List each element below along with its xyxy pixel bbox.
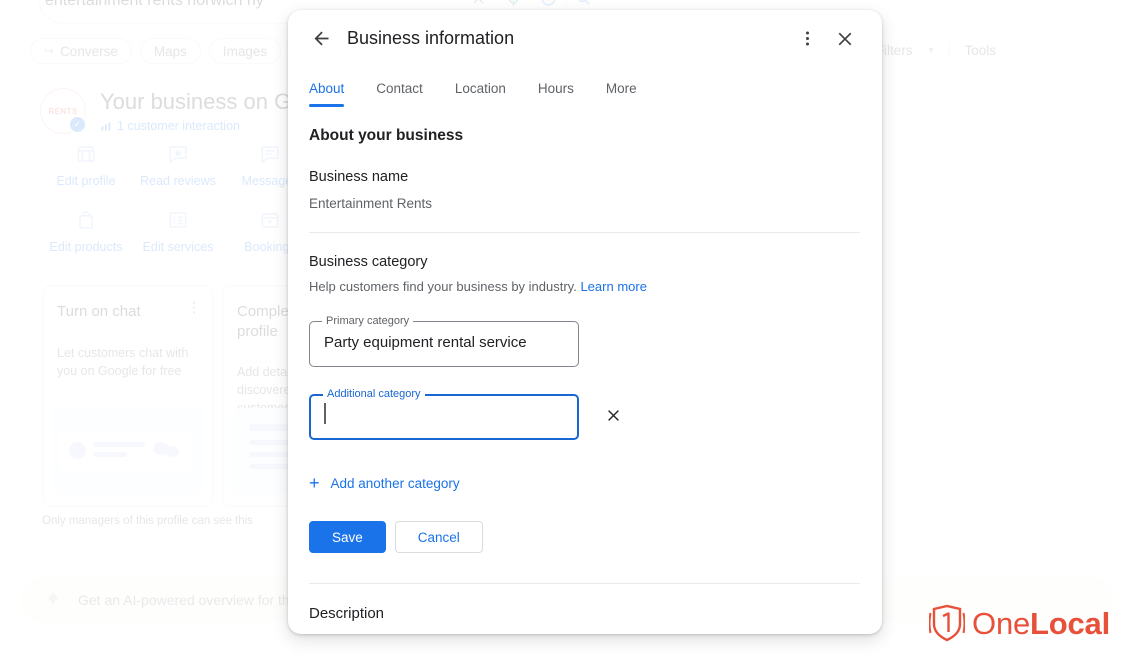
description-label: Description xyxy=(309,605,385,622)
additional-category-input[interactable] xyxy=(309,389,579,440)
action-edit-products[interactable]: Edit products xyxy=(40,208,132,254)
action-read-reviews[interactable]: Read reviews xyxy=(132,142,224,188)
card-title: Turn on chat xyxy=(57,303,141,320)
divider xyxy=(949,42,951,58)
dialog-tabs: About Contact Location Hours More xyxy=(288,67,882,107)
onelocal-wordmark: OneLocal xyxy=(972,608,1110,639)
more-vertical-icon xyxy=(805,31,809,46)
review-star-icon xyxy=(132,142,224,166)
managers-note: Only managers of this profile can see th… xyxy=(42,515,253,527)
lens-icon[interactable] xyxy=(540,0,557,7)
microphone-icon[interactable] xyxy=(505,0,522,7)
additional-category-field[interactable]: Additional category xyxy=(309,389,619,440)
add-another-category-label: Add another category xyxy=(330,475,460,491)
dialog-body: About your business Business name Entert… xyxy=(288,105,882,634)
dialog-title: Business information xyxy=(347,28,515,48)
tab-label: Contact xyxy=(376,81,423,96)
remove-additional-category-button[interactable] xyxy=(601,403,625,427)
back-arrow-icon xyxy=(314,31,328,46)
tab-label: More xyxy=(605,81,637,96)
business-information-dialog: Business information About Contact Locat… xyxy=(288,10,882,634)
add-another-category-button[interactable]: + Add another category xyxy=(309,474,460,492)
close-icon xyxy=(838,32,852,45)
list-icon xyxy=(132,208,224,232)
onelocal-mark-icon xyxy=(929,604,966,642)
tab-label: Location xyxy=(454,81,506,96)
tab-label: Hours xyxy=(537,81,574,96)
primary-category-field[interactable]: Primary category xyxy=(309,316,579,367)
primary-category-input[interactable] xyxy=(309,316,579,367)
avatar-text: RENTS xyxy=(48,106,78,116)
search-icon[interactable] xyxy=(575,0,592,7)
action-label: Edit products xyxy=(49,240,123,254)
action-label: Read reviews xyxy=(140,174,216,188)
help-text: Help customers find your business by ind… xyxy=(309,279,577,294)
verified-badge-icon: ✓ xyxy=(68,115,87,134)
interaction-count: 1 customer interaction xyxy=(117,119,240,133)
chip-label: Images xyxy=(222,43,268,59)
search-query-text: entertainment rents norwich ny xyxy=(45,0,264,9)
close-icon xyxy=(607,409,619,421)
action-edit-profile[interactable]: Edit profile xyxy=(40,142,132,188)
filters-tools-bar: Filters ▼ Tools xyxy=(876,42,996,58)
sparkle-icon xyxy=(45,590,61,606)
learn-more-link[interactable]: Learn more xyxy=(580,279,646,294)
tab-more[interactable]: More xyxy=(606,81,637,105)
dialog-header: Business information xyxy=(288,10,882,67)
chip-label: Converse xyxy=(60,43,118,59)
tab-about[interactable]: About xyxy=(309,81,345,107)
business-name-field: Business name Entertainment Rents xyxy=(309,169,860,211)
logo-local-text: Local xyxy=(1030,605,1110,641)
tools-button[interactable]: Tools xyxy=(964,43,996,58)
card-illustration xyxy=(53,408,203,494)
divider xyxy=(309,232,860,233)
overflow-menu-button[interactable] xyxy=(788,20,826,58)
action-label: Edit profile xyxy=(56,174,116,188)
logo-one-text: One xyxy=(972,605,1031,641)
form-actions: Save Cancel xyxy=(309,521,860,553)
storefront-icon xyxy=(40,142,132,166)
action-edit-services[interactable]: Edit services xyxy=(132,208,224,254)
business-name-value: Entertainment Rents xyxy=(309,196,433,211)
converse-arrow-icon: ↪ xyxy=(44,44,55,58)
business-category-help: Help customers find your business by ind… xyxy=(309,279,860,294)
quick-actions-row-1: Edit profile Read reviews Messages xyxy=(40,142,316,188)
chip-maps[interactable]: Maps xyxy=(139,38,201,64)
plus-icon: + xyxy=(309,473,320,493)
business-category-label: Business category xyxy=(309,254,428,270)
section-heading: About your business xyxy=(309,127,464,144)
cancel-button[interactable]: Cancel xyxy=(394,521,483,553)
bag-icon xyxy=(40,208,132,232)
tab-contact[interactable]: Contact xyxy=(376,81,423,105)
close-button[interactable] xyxy=(826,20,864,58)
business-name-label: Business name xyxy=(309,169,409,185)
business-category-section: Business category Help customers find yo… xyxy=(309,254,860,553)
onelocal-logo: OneLocal xyxy=(929,604,1110,642)
clear-icon[interactable] xyxy=(470,0,487,7)
tab-hours[interactable]: Hours xyxy=(538,81,574,105)
chevron-down-icon: ▼ xyxy=(926,45,936,55)
action-label: Edit services xyxy=(142,240,214,254)
divider xyxy=(309,583,860,584)
card-turn-on-chat[interactable]: ⋮ Turn on chat Let customers chat with y… xyxy=(42,285,214,507)
quick-actions-row-2: Edit products Edit services Bookings xyxy=(40,208,316,254)
tab-label: About xyxy=(309,81,345,96)
card-body: Let customers chat with you on Google fo… xyxy=(57,345,189,378)
description-section: Description We are a brand-new bounce ho… xyxy=(309,605,860,634)
chip-images[interactable]: Images xyxy=(208,38,282,64)
chip-converse[interactable]: ↪ Converse xyxy=(30,38,132,64)
back-button[interactable] xyxy=(302,20,340,58)
bar-chart-icon xyxy=(101,122,111,131)
chip-label: Maps xyxy=(153,43,187,59)
more-vertical-icon[interactable]: ⋮ xyxy=(187,300,201,314)
avatar: RENTS ✓ xyxy=(40,88,87,134)
tab-location[interactable]: Location xyxy=(455,81,506,105)
search-bar-icons xyxy=(470,0,592,7)
save-button[interactable]: Save xyxy=(309,521,386,553)
